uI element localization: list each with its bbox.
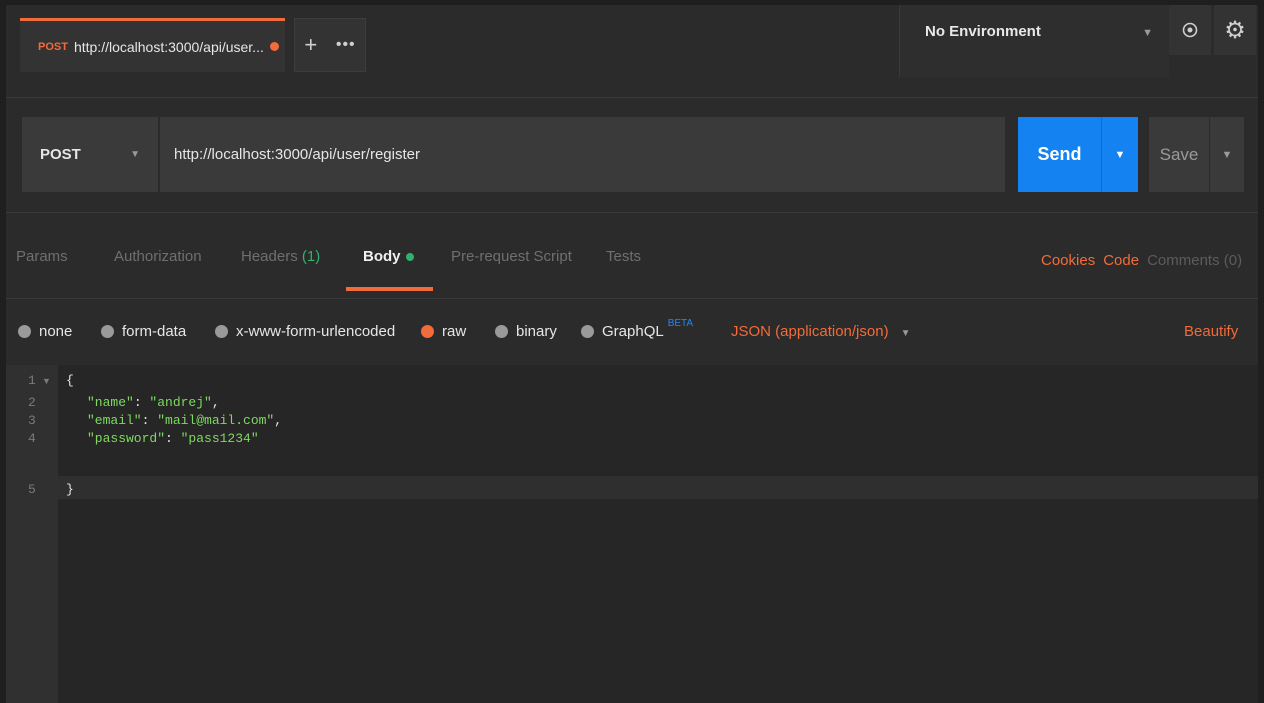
body-type-label: GraphQL: [602, 323, 664, 340]
method-select[interactable]: POST ▼: [22, 117, 158, 192]
divider: [6, 298, 1258, 299]
body-type-graphql[interactable]: GraphQL BETA: [581, 318, 693, 340]
body-type-form-data[interactable]: form-data: [101, 323, 186, 340]
radio-selected-icon: [421, 325, 434, 338]
radio-icon: [18, 325, 31, 338]
code-line: "password": "pass1234": [87, 431, 259, 446]
request-links: Cookies Code Comments (0): [1041, 252, 1242, 269]
environment-quick-look-button[interactable]: [1169, 5, 1211, 55]
chevron-down-icon: ▼: [130, 149, 140, 160]
line-number: 4: [28, 431, 36, 446]
chevron-down-icon: ▼: [900, 328, 911, 339]
active-line-highlight: [58, 476, 1258, 499]
request-tab-title: http://localhost:3000/api/user...: [73, 38, 264, 55]
radio-icon: [495, 325, 508, 338]
headers-count: (1): [301, 248, 321, 265]
body-type-none[interactable]: none: [18, 323, 72, 340]
radio-icon: [215, 325, 228, 338]
code-line: "email": "mail@mail.com",: [87, 413, 283, 428]
chevron-down-icon: ▼: [1142, 27, 1153, 39]
tab-actions: + •••: [294, 18, 366, 72]
body-type-label: binary: [516, 323, 557, 340]
close-brace: }: [66, 482, 74, 497]
tab-tests[interactable]: Tests: [606, 248, 641, 265]
environment-label: No Environment: [925, 23, 1041, 40]
tab-pre-request-script[interactable]: Pre-request Script: [451, 248, 572, 265]
url-input[interactable]: http://localhost:3000/api/user/register: [160, 117, 1005, 192]
method-label: POST: [40, 146, 81, 163]
line-number: 2: [28, 395, 36, 410]
code-line: "name": "andrej",: [87, 395, 220, 410]
beautify-link[interactable]: Beautify: [1184, 323, 1238, 340]
body-type-label: x-www-form-urlencoded: [236, 323, 396, 340]
body-type-label: raw: [442, 323, 467, 340]
url-value: http://localhost:3000/api/user/register: [174, 146, 420, 163]
divider: [6, 212, 1258, 213]
tab-body-label: Body: [363, 248, 401, 265]
tab-strip: POST http://localhost:3000/api/user... +…: [6, 5, 899, 77]
save-button[interactable]: Save: [1149, 117, 1209, 192]
json-key: "email": [87, 413, 142, 428]
eye-icon: [1182, 22, 1198, 38]
json-value: "andrej": [149, 395, 212, 410]
request-tab-method: POST: [38, 40, 68, 53]
line-number: 3: [28, 413, 36, 428]
more-tabs-button[interactable]: •••: [336, 36, 356, 54]
fold-icon[interactable]: ▼: [42, 376, 51, 386]
body-type-label: none: [39, 323, 73, 340]
beta-badge: BETA: [667, 318, 694, 329]
code-link[interactable]: Code: [1103, 252, 1139, 269]
request-tab[interactable]: POST http://localhost:3000/api/user...: [20, 18, 285, 72]
json-key: "password": [87, 431, 166, 446]
cookies-link[interactable]: Cookies: [1041, 252, 1095, 269]
gear-icon: ⚙: [1224, 16, 1246, 44]
body-type-binary[interactable]: binary: [495, 323, 557, 340]
json-comma: ,: [211, 395, 220, 410]
environment-select[interactable]: No Environment ▼: [899, 5, 1169, 77]
content-type-select[interactable]: JSON (application/json) ▼: [731, 323, 910, 340]
body-indicator-icon: [405, 253, 414, 262]
content-type-label: JSON (application/json): [731, 323, 889, 340]
radio-icon: [581, 325, 594, 338]
unsaved-dot-icon: [269, 42, 279, 51]
tab-headers[interactable]: Headers (1): [241, 248, 320, 265]
code-editor[interactable]: 1 ▼ 2 3 4 5 { "name": "andrej", "email":…: [6, 365, 1258, 703]
json-value: "pass1234": [180, 431, 259, 446]
postman-window: POST http://localhost:3000/api/user... +…: [6, 5, 1258, 703]
active-tab-underline: [346, 287, 433, 291]
line-number: 5: [28, 482, 36, 497]
send-button[interactable]: Send: [1018, 117, 1101, 192]
comments-link[interactable]: Comments (0): [1147, 252, 1242, 269]
new-tab-button[interactable]: +: [304, 32, 317, 58]
json-comma: ,: [274, 413, 283, 428]
radio-icon: [101, 325, 114, 338]
tab-headers-label: Headers: [241, 248, 298, 265]
body-type-raw[interactable]: raw: [421, 323, 466, 340]
save-options-button[interactable]: ▼: [1210, 117, 1244, 192]
divider: [6, 97, 1258, 98]
tab-body[interactable]: Body: [363, 248, 414, 265]
code-line: }: [66, 482, 74, 497]
open-brace: {: [66, 373, 74, 388]
json-value: "mail@mail.com": [157, 413, 275, 428]
tab-authorization[interactable]: Authorization: [114, 248, 202, 265]
body-type-urlencoded[interactable]: x-www-form-urlencoded: [215, 323, 395, 340]
send-options-button[interactable]: ▼: [1101, 117, 1138, 192]
body-type-label: form-data: [122, 323, 187, 340]
tab-params[interactable]: Params: [16, 248, 68, 265]
manage-environments-button[interactable]: ⚙: [1214, 5, 1256, 55]
code-line: {: [66, 373, 74, 388]
json-key: "name": [87, 395, 134, 410]
